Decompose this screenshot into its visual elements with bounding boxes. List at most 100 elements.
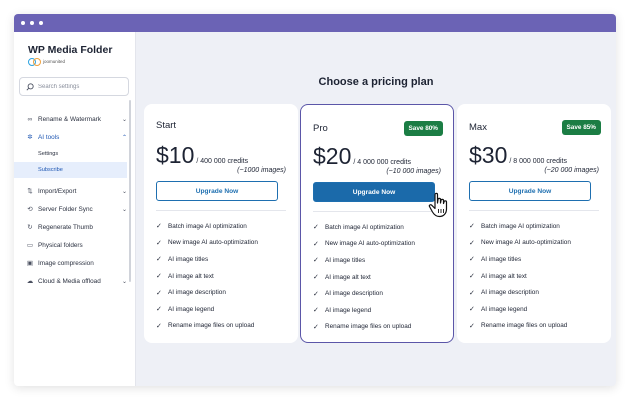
divider <box>313 211 441 212</box>
plan-price: $20 <box>313 143 352 169</box>
brand: WP Media Folder joomunited <box>14 32 135 66</box>
check-icon: ✓ <box>313 307 319 315</box>
feature-item: ✓ AI image alt text <box>156 272 214 281</box>
feature-item: ✓ AI image titles <box>469 255 522 264</box>
divider <box>469 210 599 211</box>
feature-item: ✓ AI image legend <box>156 305 215 314</box>
upgrade-button-start[interactable]: Upgrade Now <box>156 181 278 201</box>
feature-item: ✓ AI image alt text <box>313 273 371 282</box>
check-icon: ✓ <box>313 290 319 298</box>
feature-item: ✓ Rename image files on upload <box>156 322 255 330</box>
brand-sub: joomunited <box>28 58 135 66</box>
chevron-down-icon: ⌄ <box>121 278 127 285</box>
search-box[interactable] <box>19 77 129 96</box>
sidebar-item-label: Server Folder Sync <box>38 205 93 213</box>
plan-credits: / 400 000 credits <box>196 158 249 165</box>
feature-item: ✓ AI image titles <box>313 256 366 265</box>
feature-item: ✓ AI image description <box>156 289 226 297</box>
chevron-up-icon: ⌃ <box>121 134 127 141</box>
feature-item: ✓ Batch image AI optimization <box>469 222 560 231</box>
plan-images: (~10 000 images) <box>386 168 441 175</box>
check-icon: ✓ <box>313 274 319 282</box>
window-dot-icon[interactable] <box>21 21 25 25</box>
check-icon: ✓ <box>156 273 162 281</box>
feature-list: ✓ Batch image AI optimization ✓ New image … <box>313 219 415 335</box>
regenerate-icon: ↻ <box>27 224 33 231</box>
plan-price: $10 <box>156 142 195 168</box>
feature-item: ✓ AI image legend <box>469 305 528 314</box>
check-icon: ✓ <box>469 239 475 247</box>
plan-card-start: Start $10 / 400 000 credits (~1000 image… <box>144 104 298 343</box>
feature-item: ✓ Rename image files on upload <box>313 323 412 331</box>
upgrade-button-max[interactable]: Upgrade Now <box>469 181 591 201</box>
check-icon: ✓ <box>469 322 475 330</box>
check-icon: ✓ <box>156 239 162 247</box>
sidebar-item-ai-tools[interactable]: ✲ AI tools ⌃ <box>14 128 135 146</box>
window-dot-icon[interactable] <box>39 21 43 25</box>
check-icon: ✓ <box>469 289 475 297</box>
brand-sub-text: joomunited <box>43 58 66 64</box>
check-icon: ✓ <box>469 306 475 314</box>
plan-images: (~20 000 images) <box>544 167 599 174</box>
feature-item: ✓ AI image alt text <box>469 272 527 281</box>
plan-name: Pro <box>313 123 328 134</box>
app-title: WP Media Folder <box>28 44 113 56</box>
sidebar-item-cloud-media-offload[interactable]: ☁ Cloud & Media offload ⌄ <box>14 272 135 290</box>
window-dot-icon[interactable] <box>30 21 34 25</box>
title-bar <box>14 14 616 32</box>
plan-credits: / 4 000 000 credits <box>353 159 411 166</box>
sidebar: WP Media Folder joomunited ∞ Rename & Wa… <box>14 32 136 386</box>
check-icon: ✓ <box>313 323 319 331</box>
sidebar-item-server-folder-sync[interactable]: ⟲ Server Folder Sync ⌄ <box>14 200 135 218</box>
rename-icon: ∞ <box>27 115 33 123</box>
sidebar-item-physical-folders[interactable]: ▭ Physical folders <box>14 236 135 254</box>
sidebar-item-import-export[interactable]: ⇅ Import/Export ⌄ <box>14 182 135 200</box>
sidebar-item-label: Physical folders <box>38 241 83 249</box>
sidebar-item-label: Import/Export <box>38 187 77 195</box>
feature-list: ✓ Batch image AI optimization ✓ New image … <box>469 218 571 334</box>
import-export-icon: ⇅ <box>27 188 33 195</box>
plan-card-max: Max Save 85% $30 / 8 000 000 credits (~2… <box>457 104 611 343</box>
sidebar-item-label: Regenerate Thumb <box>38 223 93 231</box>
app-window: WP Media Folder joomunited ∞ Rename & Wa… <box>14 14 616 386</box>
search-icon <box>26 82 34 91</box>
sidebar-subitem-subscribe[interactable]: Subscribe <box>14 162 127 178</box>
divider <box>156 210 286 211</box>
check-icon: ✓ <box>469 223 475 231</box>
check-icon: ✓ <box>313 224 319 232</box>
feature-item: ✓ Batch image AI optimization <box>313 223 404 232</box>
sidebar-nav: ∞ Rename & Watermark ⌄ ✲ AI tools ⌃ Sett… <box>14 110 135 290</box>
image-compression-icon: ▣ <box>26 260 34 267</box>
plan-price: $30 <box>469 142 508 168</box>
check-icon: ✓ <box>469 256 475 264</box>
upgrade-button-pro[interactable]: Upgrade Now <box>313 182 435 202</box>
main-content: Choose a pricing plan Start $10 / 400 00… <box>136 32 616 386</box>
check-icon: ✓ <box>156 256 162 264</box>
feature-item: ✓ AI image titles <box>156 255 209 264</box>
plan-card-pro: Pro Save 80% $20 / 4 000 000 credits (~1… <box>300 104 454 343</box>
sidebar-item-regenerate-thumb[interactable]: ↻ Regenerate Thumb <box>14 218 135 236</box>
feature-item: ✓ New image AI auto-optimization <box>313 240 415 248</box>
plan-credits: / 8 000 000 credits <box>509 158 567 165</box>
chevron-down-icon: ⌄ <box>121 116 127 123</box>
ai-sparkle-icon: ✲ <box>27 134 33 141</box>
feature-item: ✓ Rename image files on upload <box>469 322 568 330</box>
page-title: Choose a pricing plan <box>318 76 434 88</box>
feature-item: ✓ AI image description <box>313 290 383 298</box>
chevron-down-icon: ⌄ <box>121 206 127 213</box>
plan-name: Start <box>156 120 177 131</box>
sidebar-subitem-settings[interactable]: Settings <box>14 146 135 162</box>
sidebar-item-rename-watermark[interactable]: ∞ Rename & Watermark ⌄ <box>14 110 135 128</box>
check-icon: ✓ <box>313 240 319 248</box>
sidebar-scrollbar[interactable] <box>129 100 131 282</box>
search-input[interactable] <box>38 83 118 90</box>
check-icon: ✓ <box>469 273 475 281</box>
feature-item: ✓ AI image legend <box>313 306 372 315</box>
sidebar-item-label: AI tools <box>38 133 60 141</box>
sidebar-item-image-compression[interactable]: ▣ Image compression <box>14 254 135 272</box>
server-sync-icon: ⟲ <box>27 206 33 213</box>
feature-list: ✓ Batch image AI optimization ✓ New image … <box>156 218 258 334</box>
cloud-icon: ☁ <box>26 278 34 285</box>
feature-item: ✓ Batch image AI optimization <box>156 222 247 231</box>
joomunited-logo-icon <box>28 58 41 66</box>
